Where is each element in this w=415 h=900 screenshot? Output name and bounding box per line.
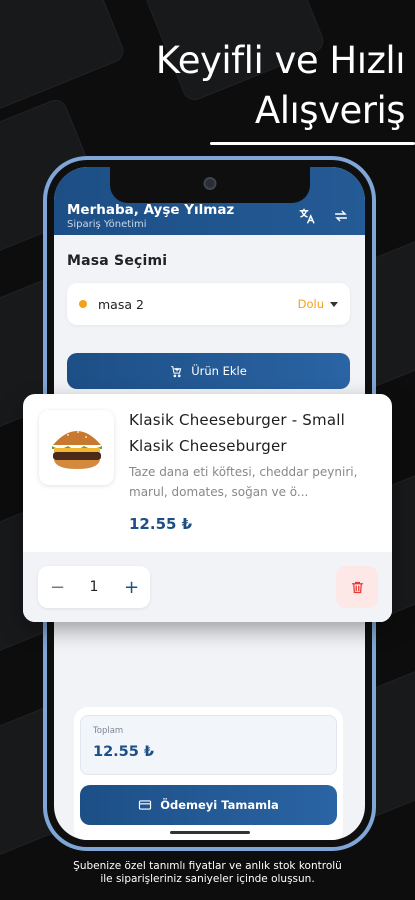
delete-item-button[interactable] xyxy=(336,566,378,608)
headline-underline xyxy=(210,142,415,145)
headline-line-1: Keyifli ve Hızlı xyxy=(155,39,406,82)
product-card: Klasik Cheeseburger - Small Klasik Chees… xyxy=(23,394,392,622)
product-subtitle: Klasik Cheeseburger xyxy=(129,437,287,455)
chevron-down-icon xyxy=(330,301,338,307)
greeting-text: Merhaba, Ayşe Yılmaz xyxy=(67,202,235,218)
footer-line-1: Şubenize özel tanımlı fiyatlar ve anlık … xyxy=(73,860,342,872)
background-card xyxy=(0,0,128,114)
increase-quantity-button[interactable]: + xyxy=(124,577,139,598)
headline-line-2: Alışveriş xyxy=(254,89,406,132)
status-dot xyxy=(79,300,87,308)
footer-caption: Şubenize özel tanımlı fiyatlar ve anlık … xyxy=(0,860,415,886)
quantity-stepper: − 1 + xyxy=(38,566,150,608)
total-box: Toplam 12.55 ₺ xyxy=(80,715,337,775)
footer-line-2: ile siparişleriniz saniyeler içinde oluş… xyxy=(100,873,315,885)
swap-icon[interactable] xyxy=(330,205,352,227)
section-title: Masa Seçimi xyxy=(67,253,168,269)
header-subtitle: Sipariş Yönetimi xyxy=(67,219,147,230)
selected-table: masa 2 xyxy=(98,296,144,312)
product-description: Taze dana eti köftesi, cheddar peyniri, … xyxy=(129,465,358,499)
complete-payment-label: Ödemeyi Tamamla xyxy=(160,798,279,812)
add-product-button[interactable]: Ürün Ekle xyxy=(67,353,350,389)
cart-plus-icon xyxy=(171,365,182,377)
product-image xyxy=(39,410,114,485)
credit-card-icon xyxy=(139,800,152,810)
phone-notch xyxy=(109,167,310,203)
table-status-badge: Dolu xyxy=(297,297,324,311)
complete-payment-button[interactable]: Ödemeyi Tamamla xyxy=(80,785,337,825)
translate-icon[interactable] xyxy=(296,205,318,227)
quantity-value: 1 xyxy=(89,579,99,595)
add-product-label: Ürün Ekle xyxy=(191,364,247,378)
trash-icon xyxy=(351,581,363,593)
table-select-dropdown[interactable]: masa 2 Dolu xyxy=(67,283,350,325)
camera-icon xyxy=(203,177,216,190)
total-value: 12.55 ₺ xyxy=(93,744,155,760)
product-title: Klasik Cheeseburger - Small xyxy=(129,411,345,429)
order-summary-panel: Toplam 12.55 ₺ Ödemeyi Tamamla xyxy=(74,707,343,840)
promo-headline: Keyifli ve Hızlı Alışveriş xyxy=(155,36,406,136)
product-price: 12.55 ₺ xyxy=(129,515,193,533)
total-label: Toplam xyxy=(93,726,124,736)
home-indicator xyxy=(169,831,250,834)
decrease-quantity-button[interactable]: − xyxy=(50,577,65,598)
